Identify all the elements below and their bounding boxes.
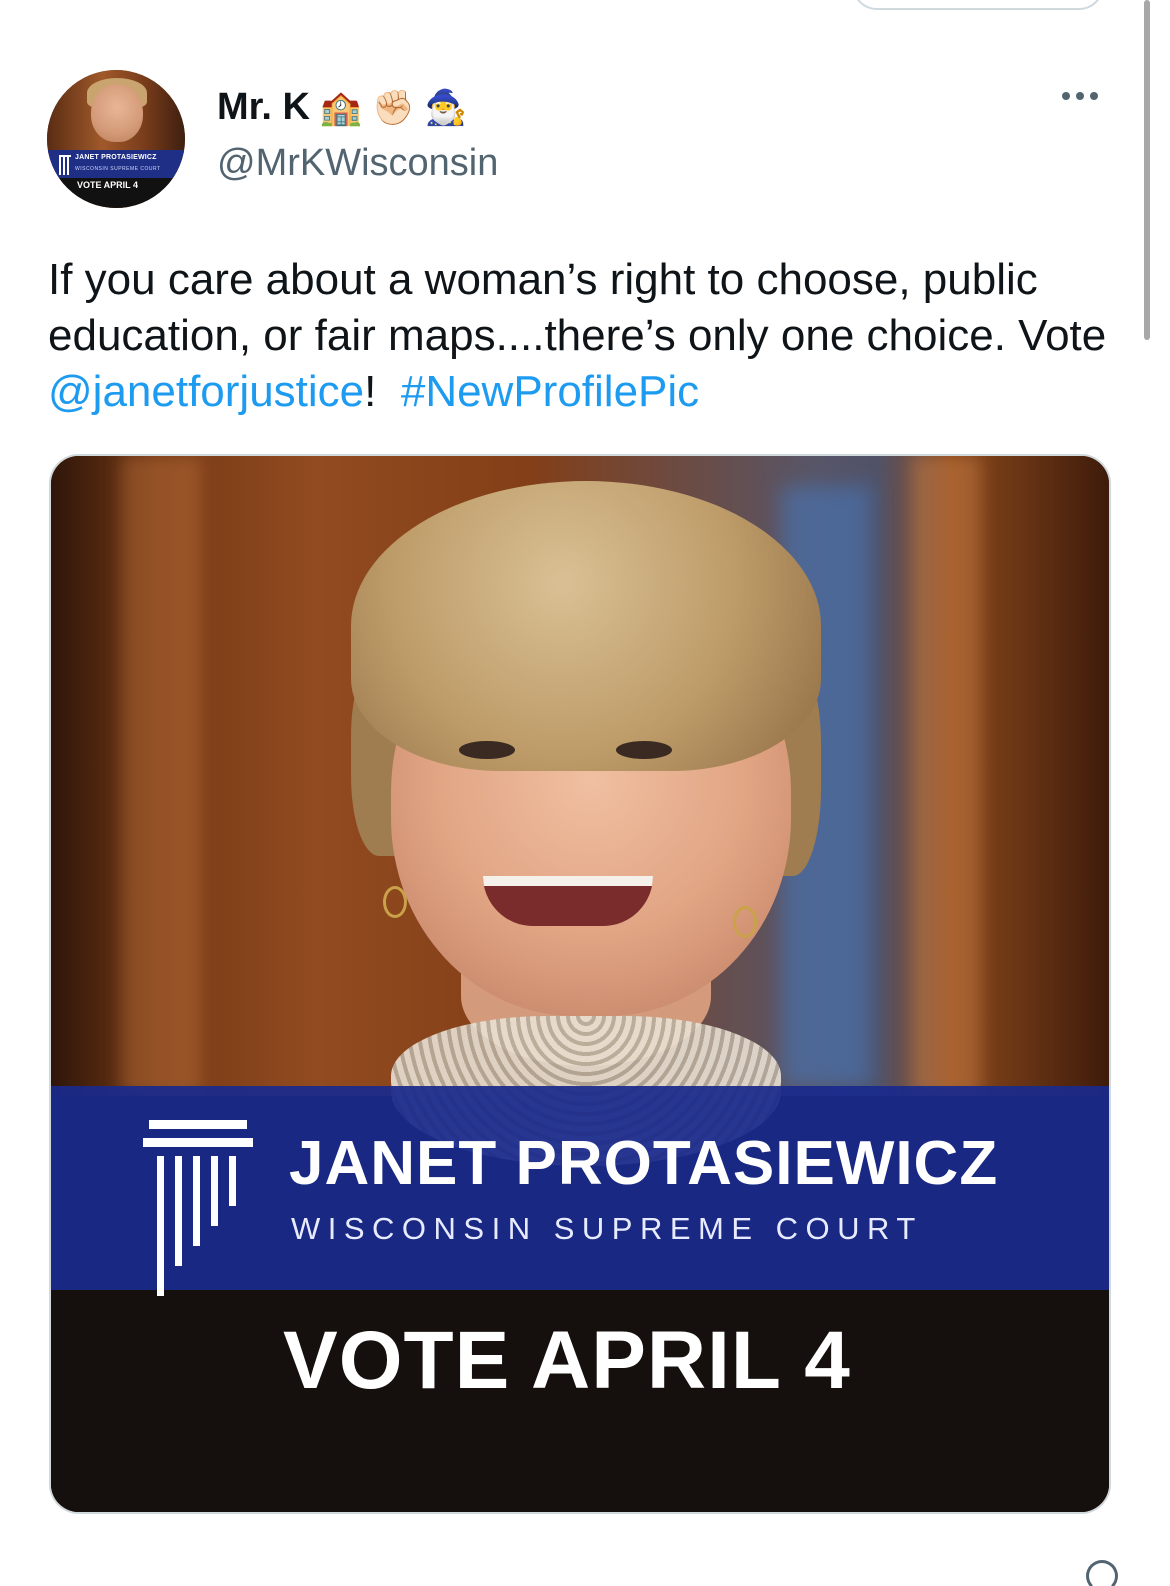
tweet-page: JANET PROTASIEWICZ WISCONSIN SUPREME COU… xyxy=(0,0,1170,1586)
partial-icon[interactable] xyxy=(1086,1560,1118,1586)
more-icon[interactable] xyxy=(1062,92,1098,100)
image-bg-column xyxy=(121,456,201,1096)
image-smile xyxy=(483,876,653,926)
fist-emoji-icon: ✊🏻 xyxy=(372,87,415,128)
avatar-footer: VOTE APRIL 4 xyxy=(77,180,139,190)
avatar-band-title: JANET PROTASIEWICZ xyxy=(75,154,157,161)
pillar-logo-icon xyxy=(143,1120,253,1296)
author-handle[interactable]: @MrKWisconsin xyxy=(217,142,498,185)
avatar-pillar-icon xyxy=(59,155,71,175)
hashtag-link[interactable]: #NewProfilePic xyxy=(401,367,699,416)
top-button[interactable] xyxy=(852,0,1104,10)
avatar-face xyxy=(91,84,143,142)
vote-date-text: VOTE APRIL 4 xyxy=(283,1315,851,1406)
avatar[interactable]: JANET PROTASIEWICZ WISCONSIN SUPREME COU… xyxy=(47,70,185,208)
tweet-text-punct: ! xyxy=(364,367,401,416)
school-emoji-icon: 🏫 xyxy=(319,87,363,128)
image-hair xyxy=(351,481,821,771)
more-dot xyxy=(1062,92,1070,100)
tweet-text-body: If you care about a woman’s right to cho… xyxy=(48,255,1107,360)
more-dot xyxy=(1090,92,1098,100)
more-dot xyxy=(1076,92,1084,100)
mention-link[interactable]: @janetforjustice xyxy=(48,367,364,416)
tweet-text: If you care about a woman’s right to cho… xyxy=(48,252,1128,420)
banner-candidate-name: JANET PROTASIEWICZ xyxy=(289,1129,999,1198)
author-name-row[interactable]: Mr. K 🏫 ✊🏻 🧙‍♂️ xyxy=(217,86,467,129)
avatar-band-subtitle: WISCONSIN SUPREME COURT xyxy=(75,166,161,172)
tweet-media-image[interactable]: JANET PROTASIEWICZ WISCONSIN SUPREME COU… xyxy=(49,454,1111,1514)
author-display-name[interactable]: Mr. K xyxy=(217,86,310,129)
image-earring xyxy=(733,906,757,938)
wizard-emoji-icon: 🧙‍♂️ xyxy=(424,87,467,128)
scrollbar[interactable] xyxy=(1144,0,1150,340)
banner-subtitle: WISCONSIN SUPREME COURT xyxy=(291,1211,923,1246)
image-eye xyxy=(459,741,515,759)
image-earring xyxy=(383,886,407,918)
image-bg-column xyxy=(911,456,981,1096)
image-eye xyxy=(616,741,672,759)
